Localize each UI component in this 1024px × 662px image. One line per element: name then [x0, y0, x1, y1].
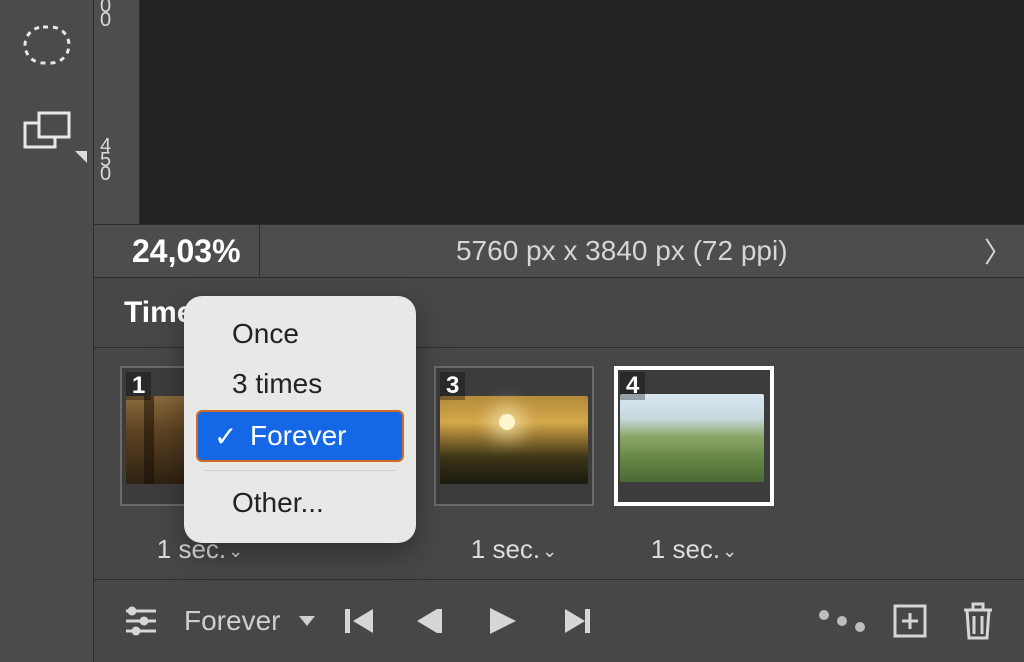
frame-3[interactable]: 3 1 sec.⌄	[434, 366, 594, 506]
loop-dropdown[interactable]: Forever	[184, 605, 316, 637]
vertical-ruler: 0 0 0 0 4 5 0	[94, 0, 140, 224]
next-frame-button[interactable]	[554, 597, 602, 645]
ruler-mark-0: 0 0 0 0	[100, 0, 112, 28]
loop-menu-item-once[interactable]: Once	[196, 310, 404, 358]
timeline-options-button[interactable]	[116, 597, 164, 645]
zoom-level[interactable]: 24,03%	[94, 225, 260, 277]
play-button[interactable]	[472, 597, 534, 645]
tool-options-arrow-icon[interactable]	[74, 150, 88, 164]
timeline-controls: Forever	[94, 580, 1024, 662]
artboard-tool-button[interactable]	[12, 96, 82, 166]
marquee-tool-button[interactable]	[12, 10, 82, 80]
frame-4[interactable]: 4 1 sec.⌄	[614, 366, 774, 506]
frame-delay-button[interactable]: 1 sec.⌄	[614, 534, 774, 565]
status-more-icon[interactable]: 〉	[984, 231, 1024, 271]
frame-delay-button[interactable]: 1 sec.⌄	[434, 534, 594, 565]
menu-divider	[204, 470, 396, 471]
loop-menu-item-forever[interactable]: Forever	[196, 410, 404, 462]
tween-button[interactable]	[818, 597, 866, 645]
delete-frame-button[interactable]	[954, 597, 1002, 645]
loop-count-menu: Once 3 times Forever Other...	[184, 296, 416, 543]
frame-thumbnail-icon	[440, 396, 588, 484]
loop-menu-item-other[interactable]: Other...	[196, 479, 404, 527]
dropdown-triangle-icon	[298, 615, 316, 627]
loop-menu-item-3times[interactable]: 3 times	[196, 360, 404, 408]
prev-frame-button[interactable]	[404, 597, 452, 645]
new-frame-button[interactable]	[886, 597, 934, 645]
frame-thumbnail-icon	[620, 394, 764, 482]
tool-strip	[0, 0, 94, 662]
ruler-mark-4: 4 5 0	[100, 140, 112, 182]
canvas-area[interactable]	[140, 0, 1024, 224]
status-bar: 24,03% 5760 px x 3840 px (72 ppi) 〉	[94, 224, 1024, 278]
document-dimensions[interactable]: 5760 px x 3840 px (72 ppi)	[260, 235, 984, 267]
first-frame-button[interactable]	[336, 597, 384, 645]
